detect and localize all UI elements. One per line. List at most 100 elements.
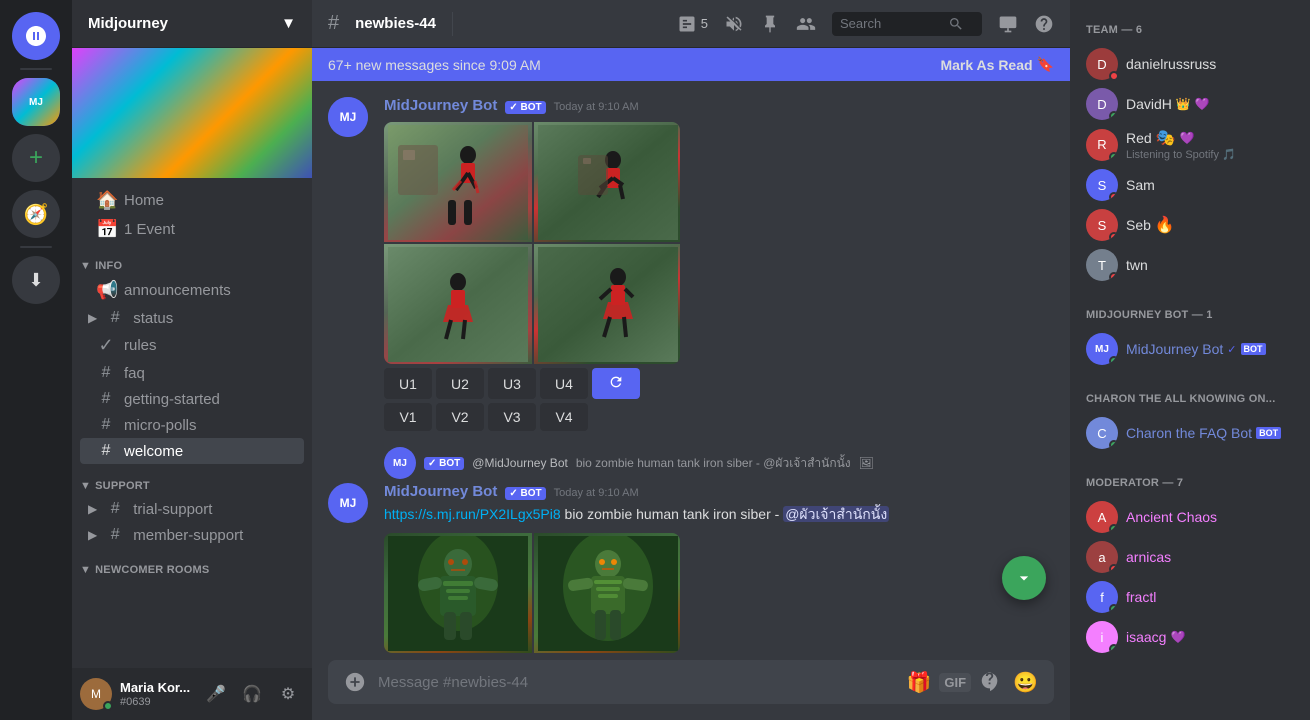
message-content-2: MidJourney Bot ✓ BOT Today at 9:10 AM ht… bbox=[384, 483, 1054, 653]
user-tag: #0639 bbox=[120, 696, 192, 708]
headset-button[interactable]: 🎧 bbox=[236, 678, 268, 710]
member-davidh[interactable]: D DavidH 👑 💜 bbox=[1078, 84, 1302, 124]
member-isaacg[interactable]: i isaacg 💜 bbox=[1078, 617, 1302, 657]
explore-servers-button[interactable]: 🧭 bbox=[12, 190, 60, 238]
member-avatar-daniel: D bbox=[1086, 48, 1118, 80]
typing-area bbox=[312, 656, 1070, 660]
member-charon[interactable]: C Charon the FAQ Bot BOT bbox=[1078, 413, 1302, 453]
server-header[interactable]: Midjourney ▼ bbox=[72, 0, 312, 48]
image-cell-4 bbox=[534, 244, 680, 364]
scroll-to-bottom-button[interactable] bbox=[1002, 556, 1046, 600]
message-link-2[interactable]: https://s.mj.run/PX2ILgx5Pi8 bbox=[384, 506, 561, 522]
members-button[interactable] bbox=[796, 14, 816, 34]
btn-v3[interactable]: V3 bbox=[488, 403, 536, 431]
category-support[interactable]: ▼ SUPPORT bbox=[72, 464, 312, 496]
gift-button[interactable]: 🎁 bbox=[903, 666, 936, 699]
btn-u3[interactable]: U3 bbox=[488, 368, 536, 399]
message-author-1: MidJourney Bot bbox=[384, 97, 497, 114]
emoji-button[interactable]: 😀 bbox=[1009, 666, 1042, 699]
member-seb[interactable]: S Seb 🔥 bbox=[1078, 205, 1302, 245]
member-midjourney-bot[interactable]: MJ MidJourney Bot ✓ BOT bbox=[1078, 329, 1302, 369]
announcement-icon: 📢 bbox=[96, 280, 116, 301]
discord-home-button[interactable] bbox=[12, 12, 60, 60]
member-arrow: ▶ bbox=[88, 528, 97, 542]
channel-name: member-support bbox=[133, 527, 243, 544]
status-arrow: ▶ bbox=[88, 311, 97, 325]
channel-name: rules bbox=[124, 337, 157, 354]
trial-arrow: ▶ bbox=[88, 502, 97, 516]
add-server-button[interactable]: + bbox=[12, 134, 60, 182]
channel-announcements[interactable]: 📢 announcements bbox=[80, 276, 304, 305]
channel-welcome[interactable]: # welcome bbox=[80, 438, 304, 464]
messages-area: MJ MidJourney Bot ✓ BOT Today at 9:10 AM bbox=[312, 81, 1070, 656]
member-avatar-isaac: i bbox=[1086, 621, 1118, 653]
hash-icon-3: # bbox=[96, 390, 116, 408]
member-avatar-david: D bbox=[1086, 88, 1118, 120]
btn-u4[interactable]: U4 bbox=[540, 368, 588, 399]
mute-button[interactable] bbox=[724, 14, 744, 34]
channel-status[interactable]: ▶ # status bbox=[80, 305, 304, 331]
member-ancient-chaos[interactable]: A Ancient Chaos bbox=[1078, 497, 1302, 537]
download-apps-button[interactable]: ⬇ bbox=[12, 256, 60, 304]
member-sam[interactable]: S Sam bbox=[1078, 165, 1302, 205]
team-section: TEAM — 6 D danielrussruss D DavidH 👑 💜 bbox=[1078, 16, 1302, 285]
channel-name: getting-started bbox=[124, 391, 220, 408]
add-attachment-button[interactable] bbox=[340, 667, 370, 697]
channel-rules[interactable]: ✓ rules bbox=[80, 331, 304, 360]
new-messages-banner[interactable]: 67+ new messages since 9:09 AM Mark As R… bbox=[312, 48, 1070, 81]
inbox-button[interactable] bbox=[998, 14, 1018, 34]
search-input[interactable] bbox=[840, 16, 940, 31]
member-red[interactable]: R Red 🎭 💜 Listening to Spotify 🎵 bbox=[1078, 124, 1302, 165]
gif-button[interactable]: GIF bbox=[939, 673, 971, 692]
member-name-charon: Charon the FAQ Bot bbox=[1126, 425, 1252, 441]
channel-micro-polls[interactable]: # micro-polls bbox=[80, 412, 304, 438]
category-info[interactable]: ▼ INFO bbox=[72, 244, 312, 276]
btn-u1[interactable]: U1 bbox=[384, 368, 432, 399]
hash-icon-7: # bbox=[105, 526, 125, 544]
btn-refresh[interactable] bbox=[592, 368, 640, 399]
btn-u2[interactable]: U2 bbox=[436, 368, 484, 399]
message-text-2: https://s.mj.run/PX2ILgx5Pi8 bio zombie … bbox=[384, 504, 1054, 525]
message-input-container: 🎁 GIF 😀 bbox=[328, 660, 1054, 704]
settings-button[interactable]: ⚙ bbox=[272, 678, 304, 710]
nav-home[interactable]: 🏠 Home bbox=[80, 186, 304, 215]
category-newcomer[interactable]: ▼ NEWCOMER ROOMS bbox=[72, 548, 312, 580]
midjourney-server-icon[interactable]: MJ bbox=[12, 78, 60, 126]
pin-button[interactable] bbox=[760, 14, 780, 34]
search-bar[interactable] bbox=[832, 12, 982, 36]
input-right-actions: 🎁 GIF 😀 bbox=[903, 666, 1042, 699]
member-arnicas[interactable]: a arnicas bbox=[1078, 537, 1302, 577]
channel-trial-support[interactable]: ▶ # trial-support bbox=[80, 496, 304, 522]
nav-events[interactable]: 📅 1 Event bbox=[80, 215, 304, 244]
user-info: Maria Kor... #0639 bbox=[120, 680, 192, 708]
member-fractl[interactable]: f fractl bbox=[1078, 577, 1302, 617]
btn-v2[interactable]: V2 bbox=[436, 403, 484, 431]
server-divider-2 bbox=[20, 246, 52, 248]
threads-button[interactable]: 5 bbox=[677, 14, 708, 34]
sticker-button[interactable] bbox=[975, 667, 1005, 697]
home-label: Home bbox=[124, 192, 164, 209]
category-info-label: INFO bbox=[95, 260, 122, 272]
member-avatar-twn: T bbox=[1086, 249, 1118, 281]
help-button[interactable] bbox=[1034, 14, 1054, 34]
message-row-2: MJ ✓ BOT @MidJourney Bot bio zombie huma… bbox=[328, 447, 1054, 653]
message-input[interactable] bbox=[370, 666, 903, 699]
channel-getting-started[interactable]: # getting-started bbox=[80, 386, 304, 412]
member-name-ancient: Ancient Chaos bbox=[1126, 509, 1217, 525]
member-twn[interactable]: T twn bbox=[1078, 245, 1302, 285]
mic-button[interactable]: 🎤 bbox=[200, 678, 232, 710]
mark-as-read-button[interactable]: Mark As Read 🔖 bbox=[940, 56, 1054, 73]
member-danielrussruss[interactable]: D danielrussruss bbox=[1078, 44, 1302, 84]
header-actions: 5 bbox=[677, 12, 1054, 36]
channel-member-support[interactable]: ▶ # member-support bbox=[80, 522, 304, 548]
seb-icon: 🔥 bbox=[1155, 215, 1175, 235]
btn-v4[interactable]: V4 bbox=[540, 403, 588, 431]
status-online-isaac bbox=[1109, 644, 1118, 653]
btn-v1[interactable]: V1 bbox=[384, 403, 432, 431]
reply-avatar: MJ bbox=[384, 447, 416, 479]
midjourney-bot-section: MIDJOURNEY BOT — 1 MJ MidJourney Bot ✓ B… bbox=[1078, 301, 1302, 369]
channel-faq[interactable]: # faq bbox=[80, 360, 304, 386]
member-avatar-ancient: A bbox=[1086, 501, 1118, 533]
server-name: Midjourney bbox=[88, 15, 168, 32]
status-dnd-twn bbox=[1109, 272, 1118, 281]
